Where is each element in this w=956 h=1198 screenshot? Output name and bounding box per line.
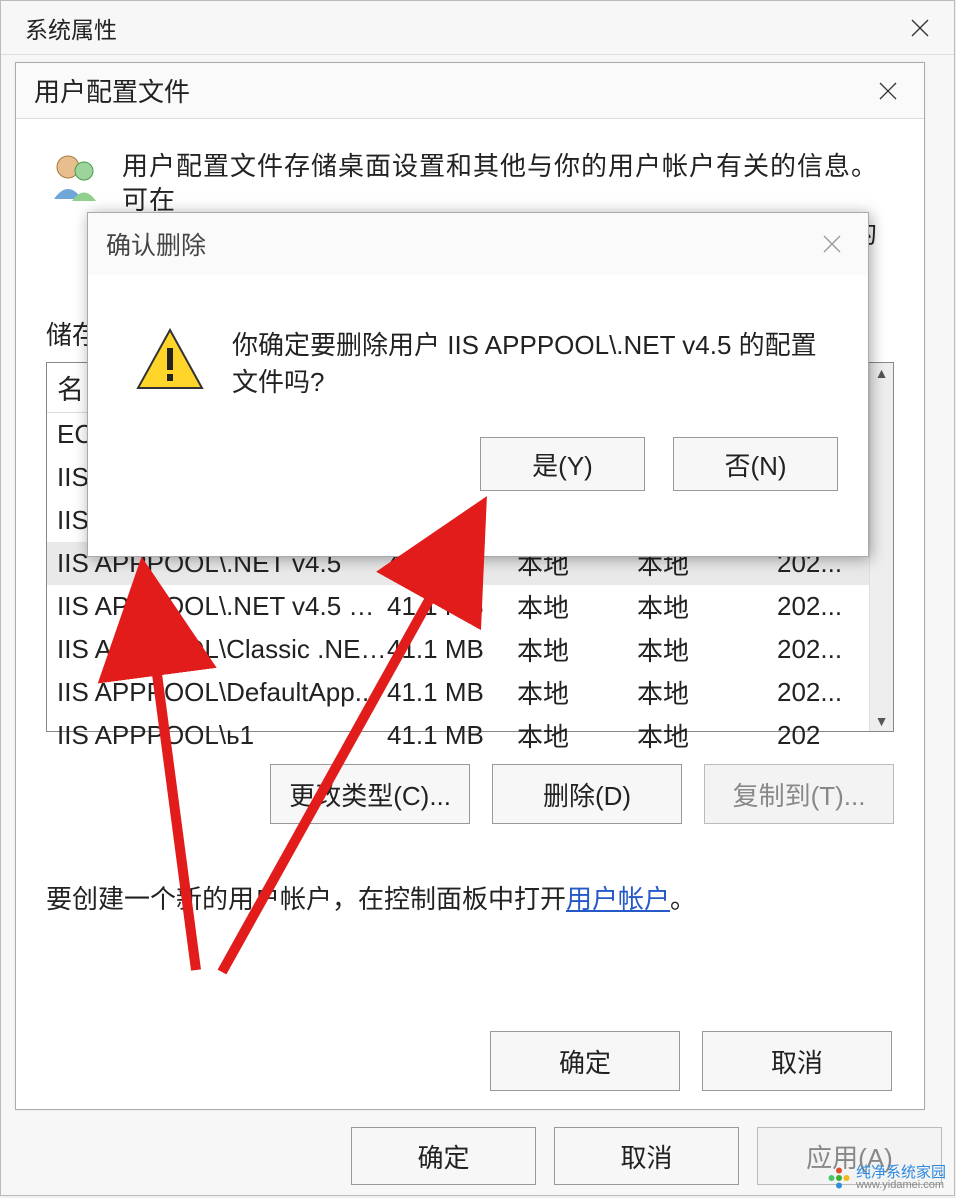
cell-size: 41.1 MB [387, 591, 517, 622]
chevron-down-icon[interactable]: ▼ [875, 713, 889, 729]
system-properties-titlebar: 系统属性 [1, 1, 954, 55]
cell-name: IIS APPPOOL\.NET v4.5 Cl... [57, 591, 387, 622]
cell-size: 41.1 MB [387, 677, 517, 708]
confirm-titlebar: 确认删除 [88, 213, 868, 275]
watermark-icon [828, 1167, 850, 1189]
user-accounts-link[interactable]: 用户帐户 [566, 884, 670, 914]
cell-name: IIS APPPOOL\Classic .NET... [57, 634, 387, 665]
cell-modified: 202... [777, 591, 867, 622]
cell-status: 本地 [637, 588, 777, 625]
no-button[interactable]: 否(N) [673, 437, 838, 491]
yes-button[interactable]: 是(Y) [480, 437, 645, 491]
system-ok-button[interactable]: 确定 [351, 1127, 536, 1185]
watermark-main: 纯净系统家园 [856, 1165, 946, 1181]
cell-name: IIS APPPOOL\ь1 [57, 720, 387, 751]
profile-cancel-button[interactable]: 取消 [702, 1031, 892, 1091]
close-icon[interactable] [810, 222, 854, 266]
cell-type: 本地 [517, 717, 637, 754]
confirm-message: 你确定要删除用户 IIS APPPOOL\.NET v4.5 的配置文件吗? [232, 325, 832, 399]
close-icon[interactable] [866, 69, 910, 113]
create-text-before: 要创建一个新的用户帐户，在控制面板中打开 [46, 884, 566, 914]
system-properties-title: 系统属性 [25, 11, 117, 45]
create-text-after: 。 [670, 884, 696, 914]
intro-line-1: 用户配置文件存储桌面设置和其他与你的用户帐户有关的信息。可在 [122, 149, 894, 217]
profile-bottom-buttons: 确定 取消 [490, 1031, 892, 1091]
warning-icon [136, 328, 204, 397]
cell-modified: 202... [777, 634, 867, 665]
system-cancel-button[interactable]: 取消 [554, 1127, 739, 1185]
profile-actions: 更改类型(C)... 删除(D) 复制到(T)... [46, 764, 894, 824]
confirm-title: 确认删除 [106, 226, 206, 262]
cell-size: 41.1 MB [387, 720, 517, 751]
cell-name: IIS APPPOOL\DefaultApp... [57, 677, 387, 708]
chevron-up-icon[interactable]: ▲ [875, 365, 889, 381]
create-account-line: 要创建一个新的用户帐户，在控制面板中打开用户帐户。 [46, 879, 894, 916]
table-row[interactable]: IIS APPPOOL\ь141.1 MB本地本地202 [47, 714, 893, 757]
confirm-buttons: 是(Y) 否(N) [88, 437, 868, 513]
confirm-delete-dialog: 确认删除 你确定要删除用户 IIS APPPOOL\.NET v4.5 的配置文… [87, 212, 869, 557]
copy-to-button: 复制到(T)... [704, 764, 894, 824]
cell-modified: 202 [777, 720, 867, 751]
watermark: 纯净系统家园 www.yidamei.com [828, 1165, 946, 1192]
user-profile-titlebar: 用户配置文件 [16, 63, 924, 119]
table-row[interactable]: IIS APPPOOL\Classic .NET...41.1 MB本地本地20… [47, 628, 893, 671]
cell-modified: 202... [777, 677, 867, 708]
cell-type: 本地 [517, 674, 637, 711]
cell-type: 本地 [517, 588, 637, 625]
change-type-button[interactable]: 更改类型(C)... [270, 764, 470, 824]
close-icon[interactable] [898, 6, 942, 50]
delete-button[interactable]: 删除(D) [492, 764, 682, 824]
user-profile-title: 用户配置文件 [34, 72, 190, 109]
cell-size: 41.1 MB [387, 634, 517, 665]
table-row[interactable]: IIS APPPOOL\DefaultApp...41.1 MB本地本地202.… [47, 671, 893, 714]
confirm-body: 你确定要删除用户 IIS APPPOOL\.NET v4.5 的配置文件吗? [88, 275, 868, 409]
cell-type: 本地 [517, 631, 637, 668]
cell-status: 本地 [637, 674, 777, 711]
cell-status: 本地 [637, 717, 777, 754]
profile-ok-button[interactable]: 确定 [490, 1031, 680, 1091]
watermark-sub: www.yidamei.com [856, 1180, 946, 1192]
cell-status: 本地 [637, 631, 777, 668]
scrollbar[interactable]: ▲ ▼ [869, 363, 893, 731]
table-row[interactable]: IIS APPPOOL\.NET v4.5 Cl...41.1 MB本地本地20… [47, 585, 893, 628]
